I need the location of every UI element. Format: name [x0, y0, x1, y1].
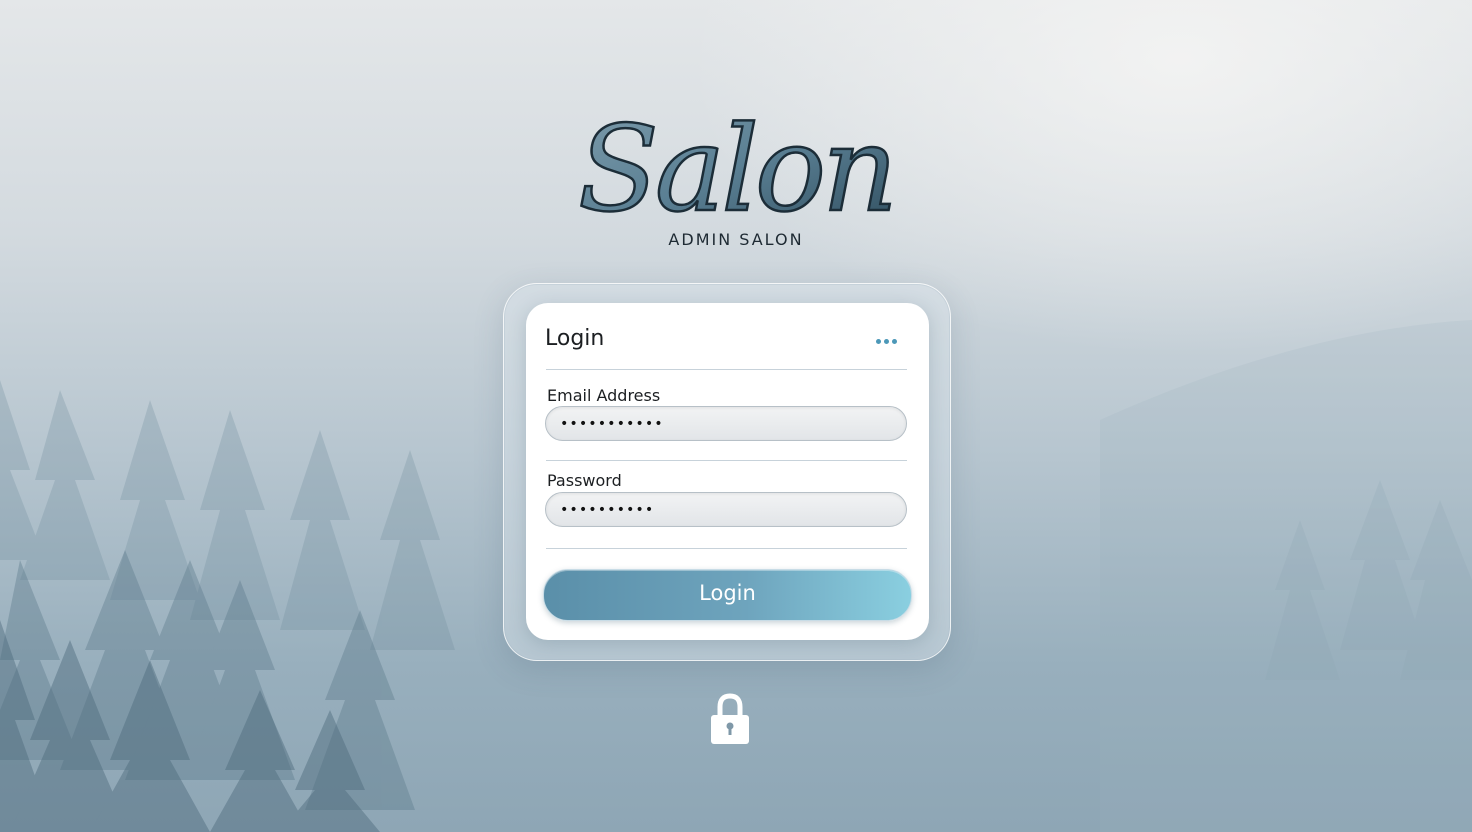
lock-icon [711, 693, 749, 744]
email-field[interactable] [545, 406, 907, 441]
salon-script-logo: Salon [577, 99, 899, 228]
dot [876, 339, 881, 344]
password-field[interactable] [545, 492, 907, 527]
login-card: Login Email Address Password Login [526, 303, 929, 640]
logo-text: Salon [578, 100, 894, 228]
login-button[interactable]: Login [543, 569, 912, 621]
card-title: Login [545, 326, 605, 351]
email-divider [546, 460, 907, 461]
password-label: Password [547, 471, 622, 490]
password-divider [546, 548, 907, 549]
dot [892, 339, 897, 344]
dot [884, 339, 889, 344]
brand-logo: Salon ADMIN SALON [536, 78, 936, 258]
brand-subtitle: ADMIN SALON [668, 230, 804, 249]
title-divider [546, 369, 907, 370]
email-label: Email Address [547, 386, 661, 405]
more-horizontal-icon[interactable] [876, 329, 910, 345]
